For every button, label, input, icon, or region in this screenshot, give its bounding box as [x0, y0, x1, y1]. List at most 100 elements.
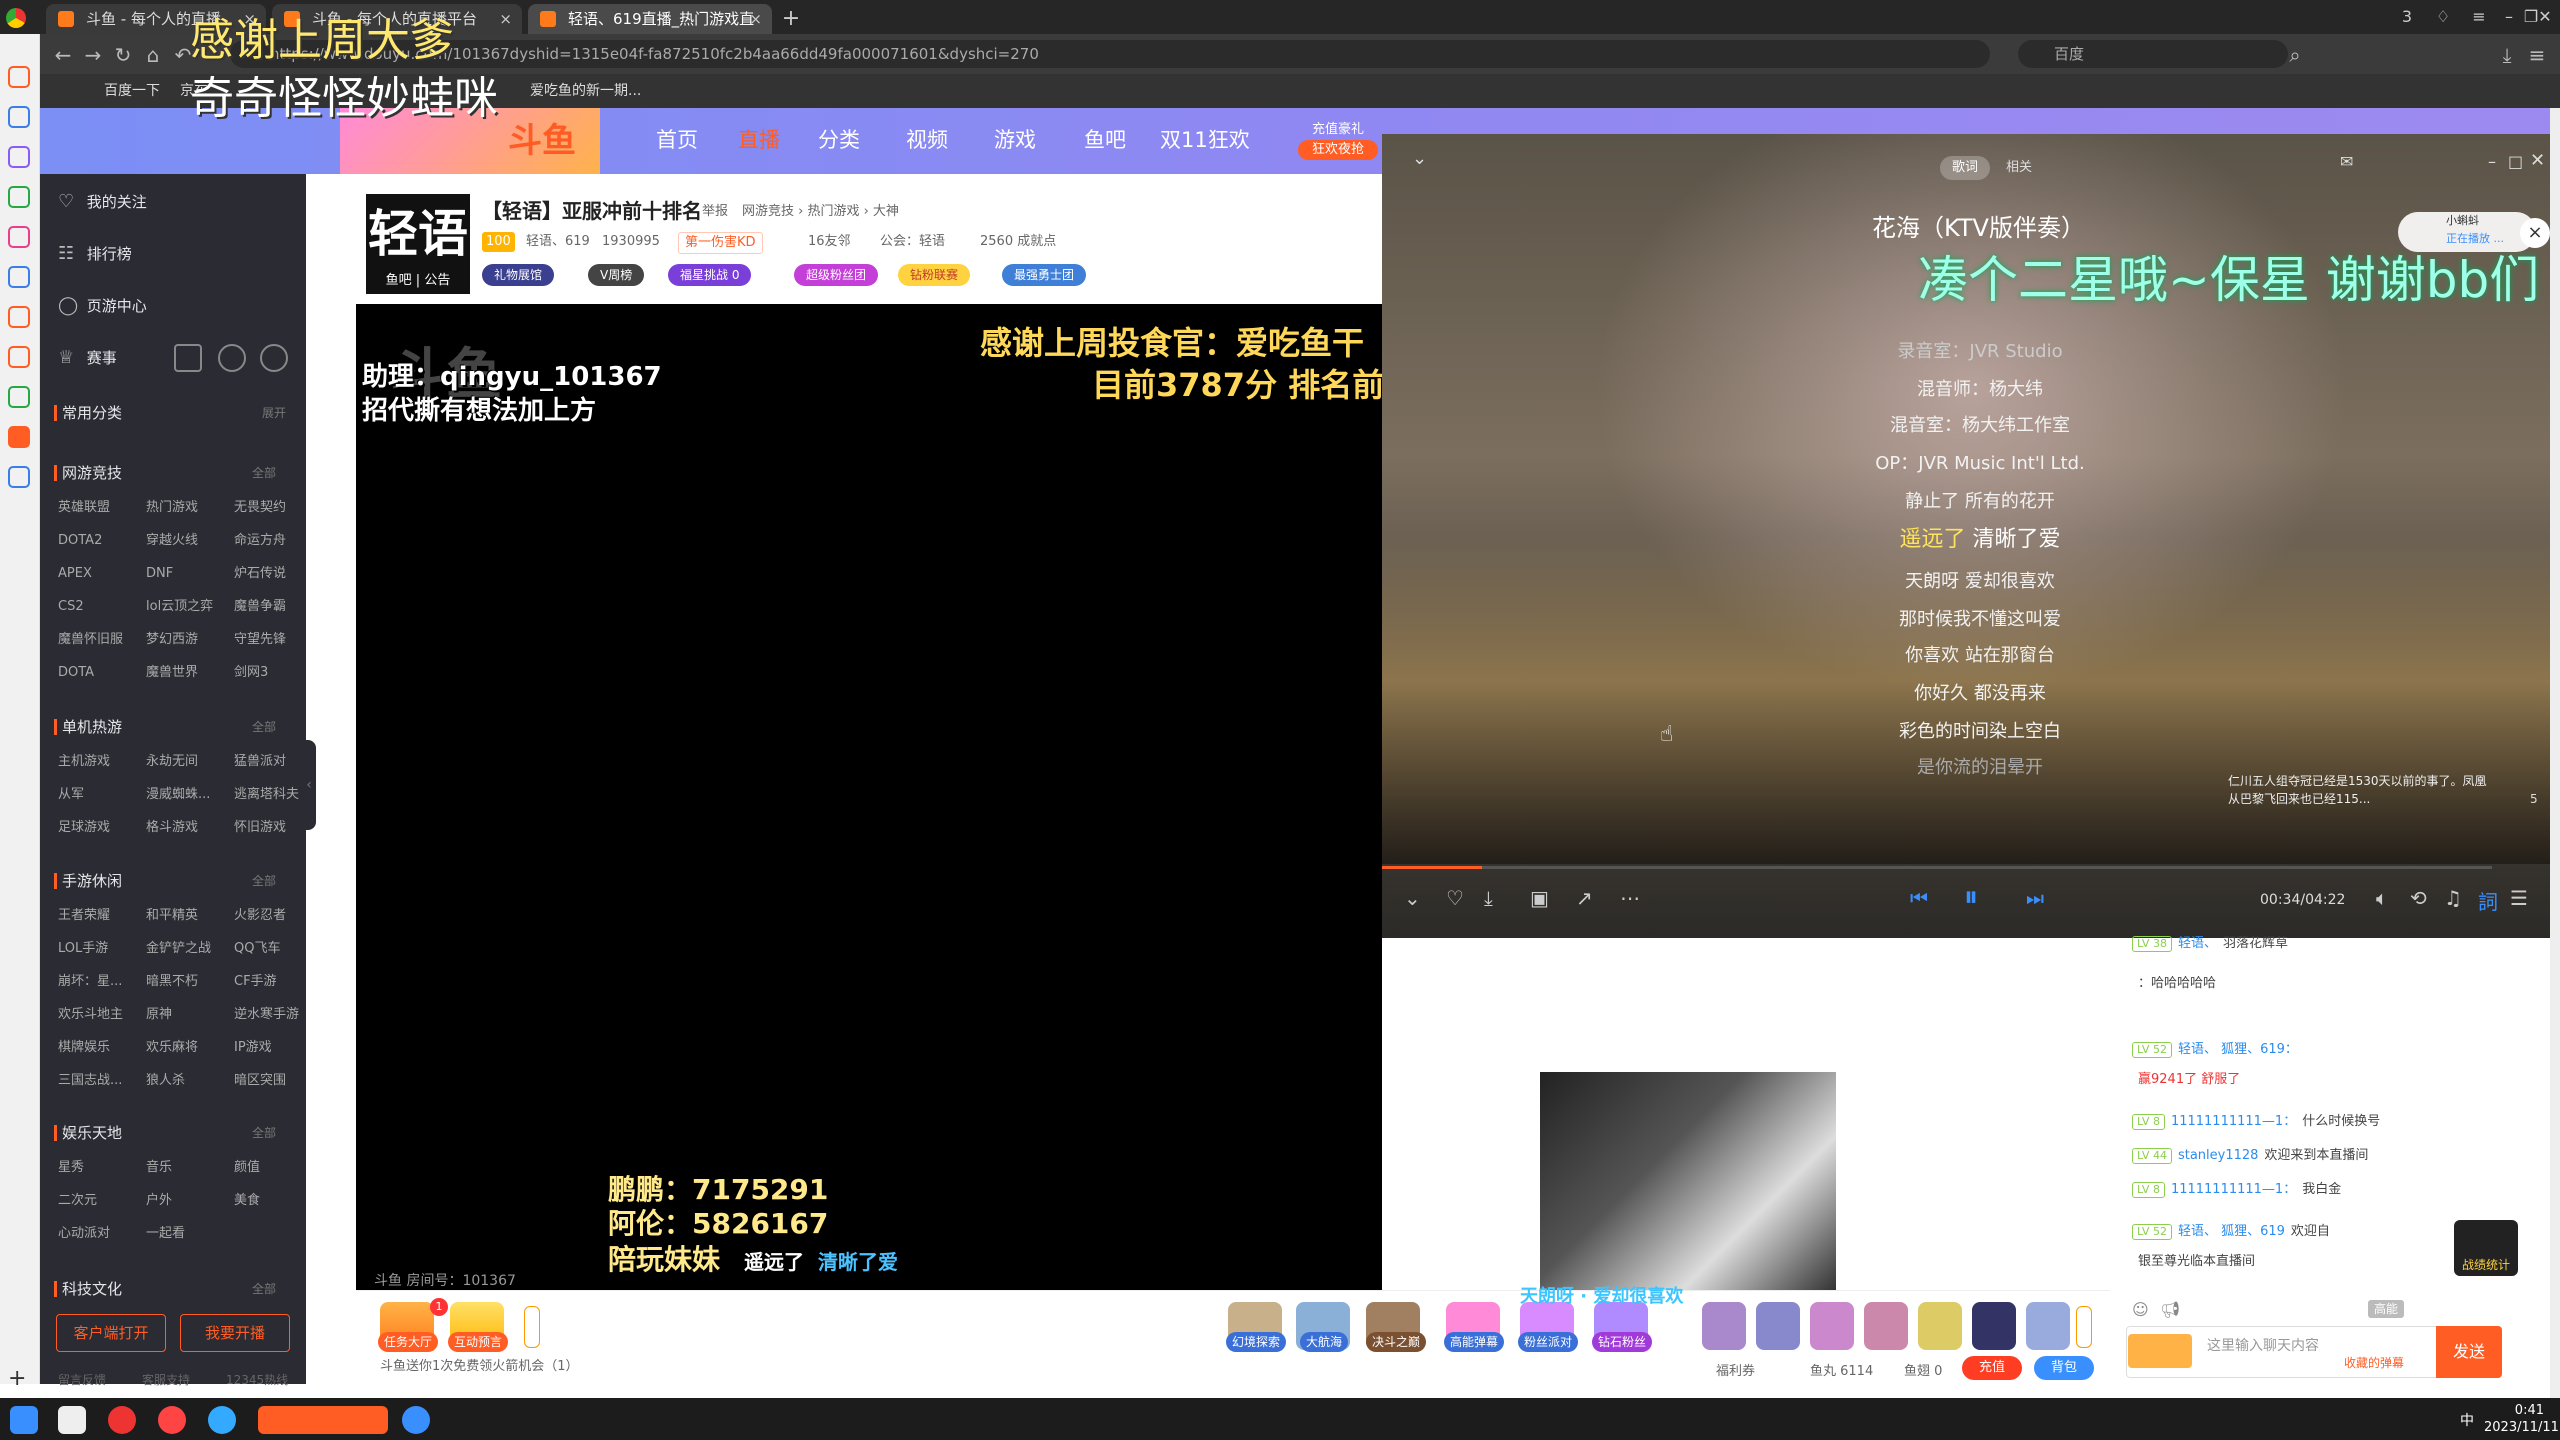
next-track-icon[interactable]: ⏭ [2026, 886, 2044, 910]
sidebar-category-item[interactable]: 心动派对 [58, 1224, 138, 1244]
gift-slot[interactable] [2026, 1302, 2070, 1350]
sidebar-section-more[interactable]: 全部 [252, 1278, 276, 1300]
close-icon[interactable]: × [749, 4, 762, 34]
game-icon[interactable] [8, 146, 30, 168]
chat-message[interactable]: 银至尊光临本直播间 [2132, 1252, 2255, 1272]
nav-fishbar[interactable]: 鱼吧 [1084, 124, 1126, 156]
sidebar-category-item[interactable]: 从军 [58, 785, 138, 805]
recharge-button[interactable]: 充值 [1962, 1356, 2022, 1380]
sidebar-category-item[interactable]: 炉石传说 [234, 564, 314, 584]
chat-username[interactable]: 轻语、 狐狸、619 [2178, 1224, 2285, 1239]
gift-slot[interactable] [1756, 1302, 1800, 1350]
nav-live[interactable]: 直播 [738, 124, 780, 156]
chat-message[interactable]: LV 52 轻语、 狐狸、619 欢迎自 [2132, 1222, 2330, 1242]
search-input[interactable]: 百度 [2018, 40, 2288, 68]
sound-effect-icon[interactable]: ♫ [2444, 886, 2462, 910]
record-icon[interactable] [8, 346, 30, 368]
nav-category[interactable]: 分类 [818, 124, 860, 156]
news-ticker[interactable]: 仁川五人组夺冠已经是1530天以前的事了。凤凰从巴黎飞回来也已经115... [2228, 772, 2488, 808]
valorant-icon[interactable] [218, 344, 246, 372]
lol-icon[interactable] [174, 344, 202, 372]
sidebar-category-item[interactable]: 魔兽争霸 [234, 597, 314, 617]
sidebar-category-item[interactable]: 主机游戏 [58, 752, 138, 772]
nav-game[interactable]: 游戏 [994, 124, 1036, 156]
mini-user-tag[interactable]: 小蝌蚪 正在播放 ... [2398, 212, 2536, 252]
player-minimize-icon[interactable]: – [2488, 152, 2496, 171]
player-mail-icon[interactable]: ✉ [2340, 152, 2353, 171]
sidebar-category-item[interactable]: 棋牌娱乐 [58, 1038, 138, 1058]
sidebar-category-item[interactable]: 狼人杀 [146, 1071, 226, 1091]
gift-slot[interactable] [1972, 1302, 2016, 1350]
browser-logo-icon[interactable] [6, 8, 26, 28]
sidebar-section-more[interactable]: 全部 [252, 1122, 276, 1144]
lucky-challenge-badge[interactable]: 福星挑战 0 [668, 264, 752, 286]
sidebar-category-item[interactable]: 足球游戏 [58, 818, 138, 838]
sidebar-category-item[interactable]: 和平精英 [146, 906, 226, 926]
reload-icon[interactable]: ↻ [110, 42, 136, 68]
taskbar-app-icon[interactable] [208, 1406, 236, 1434]
sidebar-category-item[interactable]: 原神 [146, 1005, 226, 1025]
start-icon[interactable] [10, 1406, 38, 1434]
taskbar-app-icon[interactable] [58, 1406, 86, 1434]
recharge-promo[interactable]: 充值豪礼 狂欢夜抢 [1298, 120, 1378, 164]
sidebar-category-item[interactable]: 梦幻西游 [146, 630, 226, 650]
emoji-icon[interactable]: ☺ [2132, 1300, 2149, 1319]
share-icon[interactable]: ↗ [1576, 886, 1593, 910]
reader-icon[interactable] [8, 226, 30, 248]
sidebar-category-item[interactable]: 逆水寒手游 [234, 1005, 314, 1025]
sidebar-item-follow[interactable]: ♡ 我的关注 [58, 190, 147, 214]
report-link[interactable]: 举报 [702, 202, 728, 222]
sidebar-category-item[interactable]: 守望先锋 [234, 630, 314, 650]
backpack-button[interactable]: 背包 [2034, 1356, 2094, 1380]
sidebar-category-item[interactable]: 颜值 [234, 1158, 314, 1178]
note-icon[interactable] [8, 186, 30, 208]
collapse-player-icon[interactable]: ⌄ [1412, 148, 1427, 169]
chat-message[interactable]: LV 8 11111111111—1： 什么时候换号 [2132, 1112, 2380, 1132]
sidebar-category-item[interactable]: 魔兽怀旧服 [58, 630, 138, 650]
bookmark-item[interactable]: 百度一下 [104, 81, 160, 101]
sidebar-item-webgame[interactable]: ◯ 页游中心 [58, 294, 147, 318]
start-live-button[interactable]: 我要开播 [180, 1314, 290, 1352]
sidebar-category-item[interactable]: 王者荣耀 [58, 906, 138, 926]
category-breadcrumb[interactable]: 网游竞技 › 热门游戏 › 大神 [742, 202, 899, 222]
sidebar-category-item[interactable]: 暗区突围 [234, 1071, 314, 1091]
sidebar-category-item[interactable]: CF手游 [234, 972, 314, 992]
sidebar-category-item[interactable]: 剑网3 [234, 663, 314, 683]
nav-double11[interactable]: 双11狂欢 [1160, 124, 1250, 156]
sidebar-category-item[interactable]: 永劫无间 [146, 752, 226, 772]
warriors-badge[interactable]: 最强勇士团 [1002, 264, 1087, 286]
diamond-league-badge[interactable]: 钻粉联赛 [898, 264, 971, 286]
sidebar-category-item[interactable]: IP游戏 [234, 1038, 314, 1058]
sidebar-category-item[interactable]: 金铲铲之战 [146, 939, 226, 959]
feedback-link[interactable]: 留言反馈 [58, 1370, 138, 1390]
taskbar-app-icon[interactable] [158, 1406, 186, 1434]
sidebar-category-item[interactable]: 热门游戏 [146, 498, 226, 518]
sidebar-category-item[interactable]: 星秀 [58, 1158, 138, 1178]
close-icon[interactable]: × [499, 4, 512, 34]
menu-icon[interactable]: ≡ [2524, 42, 2550, 68]
crop-icon[interactable] [8, 266, 30, 288]
sidebar-item-ranking[interactable]: ☷ 排行榜 [58, 242, 132, 266]
search-icon[interactable]: ⌕ [2282, 42, 2308, 68]
like-icon[interactable]: ♡ [1446, 886, 1464, 910]
megaphone-icon[interactable]: 📢︎ [2160, 1300, 2180, 1319]
anchor-name[interactable]: 轻语、619 [526, 232, 590, 252]
playlist-icon[interactable]: ☰ [2510, 886, 2528, 910]
bookmark-item[interactable]: 爱吃鱼的新一期... [530, 81, 641, 101]
nav-home[interactable]: 首页 [656, 124, 698, 156]
sidebar-category-item[interactable]: 美食 [234, 1191, 314, 1211]
nav-video[interactable]: 视频 [906, 124, 948, 156]
dota-icon[interactable] [260, 344, 288, 372]
sidebar-category-item[interactable]: LOL手游 [58, 939, 138, 959]
sidebar-category-item[interactable]: DOTA [58, 663, 138, 683]
friends-count[interactable]: 16友邻 [808, 232, 851, 252]
douyu-taskbar-icon[interactable] [258, 1406, 388, 1434]
network-icon[interactable] [8, 466, 30, 488]
page-scrollbar[interactable] [2550, 108, 2560, 1398]
volume-icon[interactable]: 🔈︎ [2376, 886, 2388, 910]
sidebar-section-more[interactable]: 全部 [252, 870, 276, 892]
support-link[interactable]: 客服支持 [142, 1370, 222, 1390]
expand-gifts-icon[interactable] [524, 1306, 540, 1348]
guild-link[interactable]: 公会：轻语 [880, 232, 945, 252]
sidebar-category-item[interactable]: 欢乐斗地主 [58, 1005, 138, 1025]
